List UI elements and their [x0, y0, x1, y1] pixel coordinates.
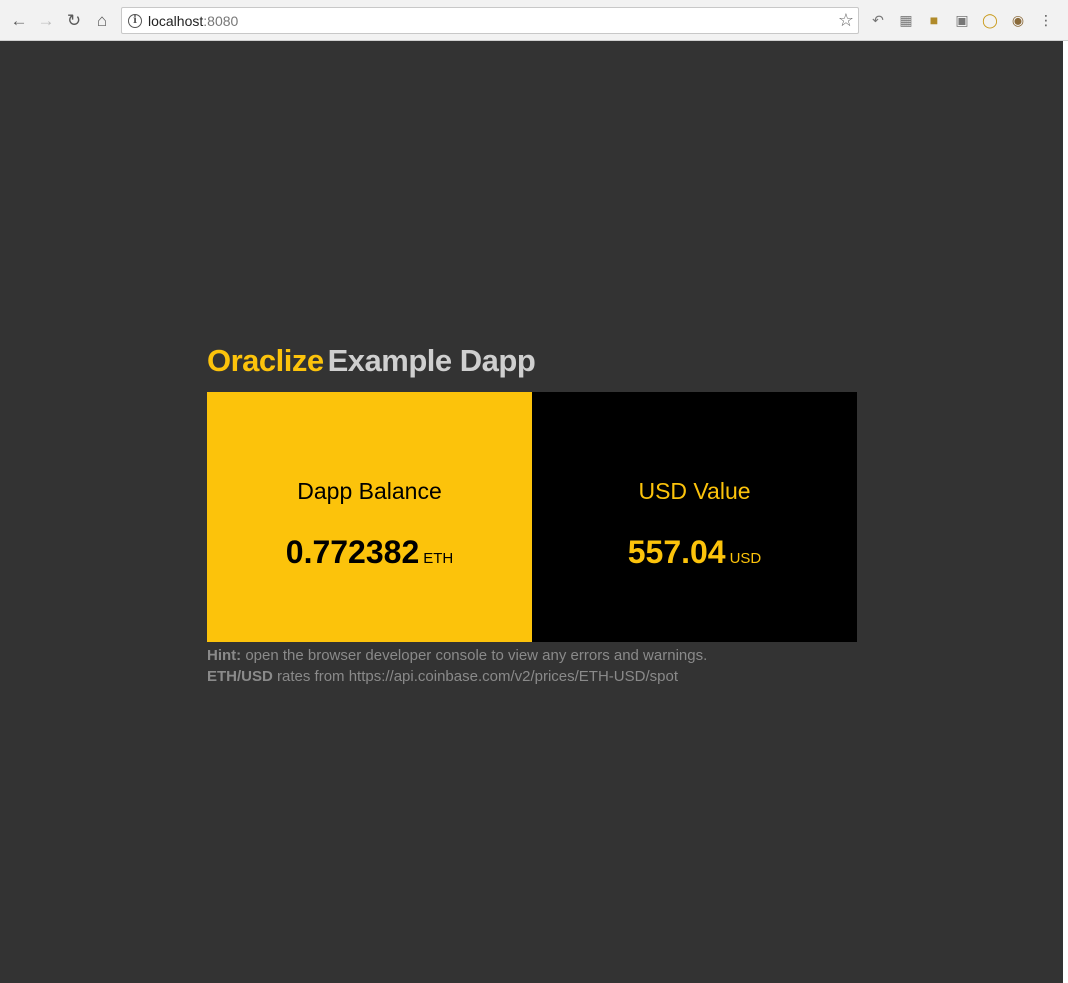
home-icon[interactable]: ⌂ — [91, 9, 113, 31]
dapp-balance-row: 0.772382 ETH — [207, 534, 532, 571]
menu-kebab-icon[interactable]: ⋮ — [1037, 11, 1055, 29]
extension-icon[interactable]: ▦ — [897, 11, 915, 29]
title-brand: Oraclize — [207, 343, 324, 378]
browser-toolbar: ← → ↻ ⌂ i localhost:8080 ☆ ↶ ▦ ■ ▣ ◯ ◉ ⋮ — [0, 0, 1068, 41]
url-port: :8080 — [203, 13, 239, 29]
notebook-extension-icon[interactable]: ■ — [925, 11, 943, 29]
dapp-balance-value: 0.772382 — [285, 534, 420, 570]
rates-line: ETH/USD rates from https://api.coinbase.… — [207, 666, 707, 687]
usd-value-amount: 557.04 — [627, 534, 726, 570]
usd-value-label: USD Value — [638, 478, 751, 504]
screen-extension-icon[interactable]: ▣ — [953, 11, 971, 29]
usd-value-row: 557.04 USD — [532, 534, 857, 571]
page-title: Oraclize Example Dapp — [207, 343, 536, 379]
dapp-balance-unit: ETH — [423, 550, 454, 567]
o-extension-icon[interactable]: ◯ — [981, 11, 999, 29]
dapp-balance-card: Dapp Balance 0.772382 ETH — [207, 392, 532, 642]
url-text[interactable]: localhost:8080 — [148, 13, 238, 29]
globe-extension-icon[interactable]: ◉ — [1009, 11, 1027, 29]
forward-arrow-icon[interactable]: → — [35, 9, 57, 31]
rates-label: ETH/USD — [207, 668, 273, 685]
usd-value-card: USD Value 557.04 USD — [532, 392, 857, 642]
dapp-balance-label: Dapp Balance — [297, 478, 442, 504]
hint-line: Hint: open the browser developer console… — [207, 645, 707, 666]
title-rest: Example Dapp — [327, 343, 536, 378]
url-host: localhost — [148, 13, 204, 29]
back-arrow-icon[interactable]: ← — [8, 9, 30, 31]
rates-text: rates from https://api.coinbase.com/v2/p… — [272, 668, 678, 685]
reply-extension-icon[interactable]: ↶ — [869, 11, 887, 29]
reload-icon[interactable]: ↻ — [63, 9, 85, 31]
window-edge — [1063, 41, 1068, 983]
hint-text-block: Hint: open the browser developer console… — [207, 645, 707, 687]
hint-label: Hint: — [207, 647, 242, 664]
hint-text: open the browser developer console to vi… — [241, 647, 708, 664]
info-icon[interactable]: i — [128, 14, 142, 28]
usd-value-unit: USD — [729, 550, 762, 567]
bookmark-star-icon[interactable]: ☆ — [838, 10, 854, 31]
address-bar[interactable]: i localhost:8080 ☆ — [121, 7, 859, 34]
